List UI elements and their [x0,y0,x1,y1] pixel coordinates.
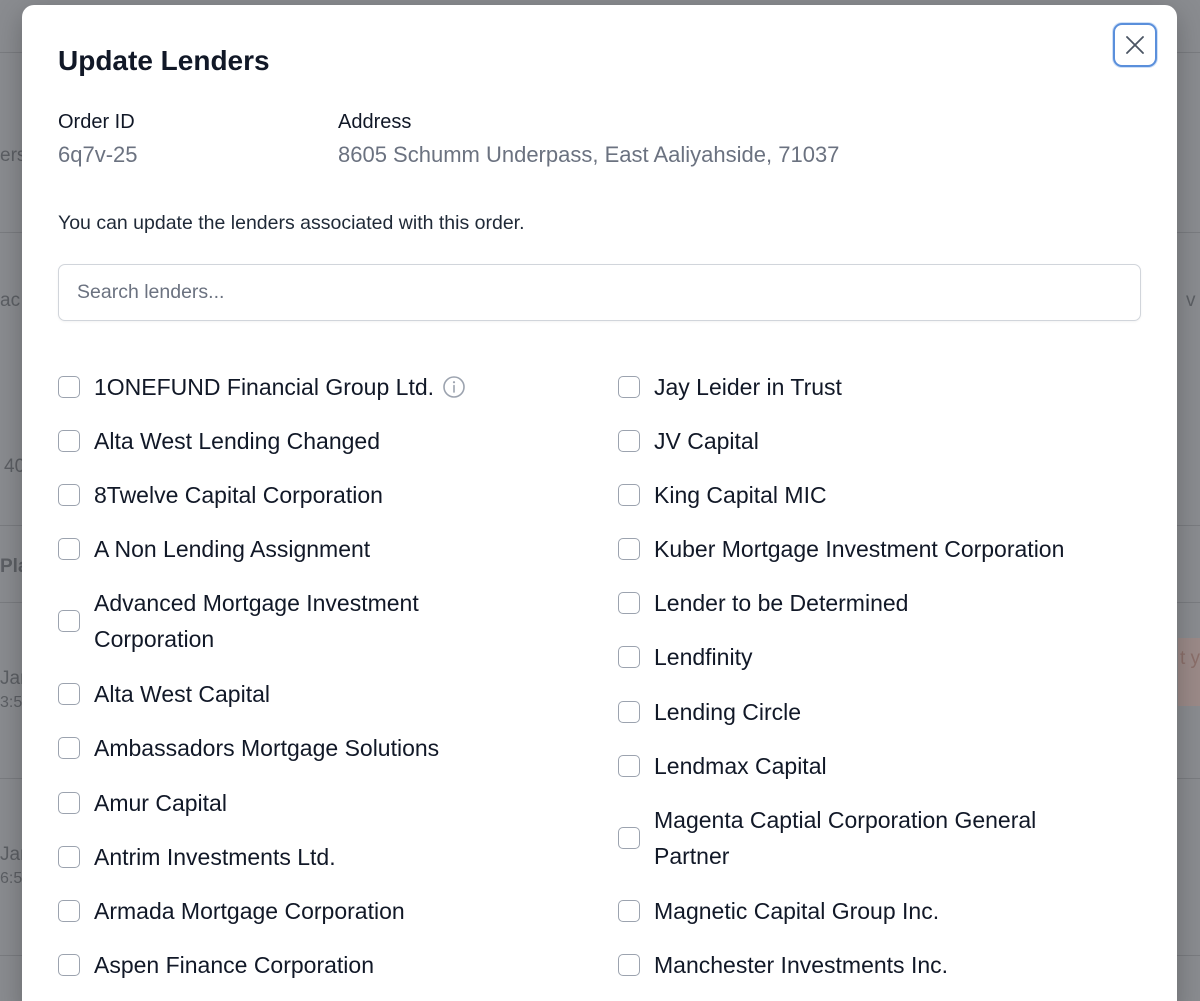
lender-option[interactable]: JV Capital [618,423,759,459]
lender-option[interactable]: Magnetic Capital Group Inc. [618,893,939,929]
dialog-title: Update Lenders [58,45,270,76]
lender-checkbox[interactable] [618,646,640,668]
lender-checkbox[interactable] [58,737,80,759]
lender-checkbox[interactable] [58,376,80,398]
lender-label: 8Twelve Capital Corporation [94,482,383,508]
lender-option[interactable]: Lending Circle [618,694,801,730]
lender-checkbox[interactable] [58,484,80,506]
lender-checkbox[interactable] [618,827,640,849]
info-icon[interactable] [442,375,466,399]
helper-text: You can update the lenders associated wi… [58,212,525,234]
lender-option[interactable]: Manchester Investments Inc. [618,947,948,983]
lender-option[interactable]: Armada Mortgage Corporation [58,893,405,929]
lender-option[interactable]: 8Twelve Capital Corporation [58,477,383,513]
update-lenders-dialog: Update Lenders Order ID 6q7v-25 Address … [22,5,1177,1001]
lender-option[interactable]: 1ONEFUND Financial Group Ltd. [58,369,466,405]
lender-checkbox[interactable] [58,792,80,814]
lender-label: King Capital MIC [654,482,827,508]
lender-label: Antrim Investments Ltd. [94,844,336,870]
lender-label: Aspen Finance Corporation [94,952,374,978]
address-label: Address [338,111,412,133]
order-id-label: Order ID [58,111,135,133]
lender-checkbox[interactable] [58,610,80,632]
lender-label: Lendfinity [654,644,753,670]
lender-label: Amur Capital [94,790,227,816]
lender-label: JV Capital [654,428,759,454]
lender-checkbox[interactable] [58,954,80,976]
lender-label: Lendmax Capital [654,753,827,779]
lender-label: Alta West Capital [94,681,270,707]
lender-label: 1ONEFUND Financial Group Ltd. [94,374,435,400]
lender-checkbox[interactable] [618,755,640,777]
lender-option[interactable]: Alta West Lending Changed [58,423,380,459]
lender-option[interactable]: Lendmax Capital [618,748,827,784]
lender-option[interactable]: Lendfinity [618,639,752,675]
lender-label: Lender to be Determined [654,590,909,616]
lender-label: Alta West Lending Changed [94,428,380,454]
search-lenders-input[interactable] [58,264,1141,321]
lender-checkbox[interactable] [58,846,80,868]
lender-checkbox[interactable] [618,592,640,614]
lender-checkbox[interactable] [618,538,640,560]
lender-option[interactable]: Advanced Mortgage Investment Corporation [58,585,498,657]
lender-checkbox[interactable] [618,900,640,922]
lender-label: Jay Leider in Trust [654,374,842,400]
address-value: 8605 Schumm Underpass, East Aaliyahside,… [338,142,840,167]
lender-label: Magenta Captial Corporation General Part… [654,807,1037,869]
lender-checkbox[interactable] [58,683,80,705]
lender-checkbox[interactable] [618,701,640,723]
lender-label: A Non Lending Assignment [94,536,371,562]
lender-option[interactable]: Ambassadors Mortgage Solutions [58,730,439,766]
close-icon [1126,36,1144,54]
lender-option[interactable]: Amur Capital [58,785,227,821]
lender-label: Magnetic Capital Group Inc. [654,898,940,924]
lender-option[interactable]: Aspen Finance Corporation [58,947,374,983]
lender-label: Manchester Investments Inc. [654,952,949,978]
lender-option[interactable]: Antrim Investments Ltd. [58,839,336,875]
lender-label: Lending Circle [654,699,802,725]
lender-checkbox[interactable] [618,430,640,452]
lender-option[interactable]: Magenta Captial Corporation General Part… [618,802,1068,874]
lender-option[interactable]: Lender to be Determined [618,585,908,621]
lender-option[interactable]: Kuber Mortgage Investment Corporation [618,531,1064,567]
lender-checkbox[interactable] [58,538,80,560]
lender-label: Armada Mortgage Corporation [94,898,405,924]
lender-label: Ambassadors Mortgage Solutions [94,735,440,761]
lender-label: Kuber Mortgage Investment Corporation [654,536,1065,562]
order-id-value: 6q7v-25 [58,142,138,167]
lender-label: Advanced Mortgage Investment Corporation [94,590,419,652]
lender-option[interactable]: King Capital MIC [618,477,827,513]
lender-checkbox[interactable] [618,484,640,506]
lender-checkbox[interactable] [58,430,80,452]
lender-checkbox[interactable] [618,954,640,976]
close-button[interactable] [1113,23,1157,67]
lender-checkbox[interactable] [618,376,640,398]
lender-option[interactable]: Jay Leider in Trust [618,369,842,405]
lender-option[interactable]: A Non Lending Assignment [58,531,370,567]
lender-checkbox[interactable] [58,900,80,922]
lender-option[interactable]: Alta West Capital [58,676,270,712]
